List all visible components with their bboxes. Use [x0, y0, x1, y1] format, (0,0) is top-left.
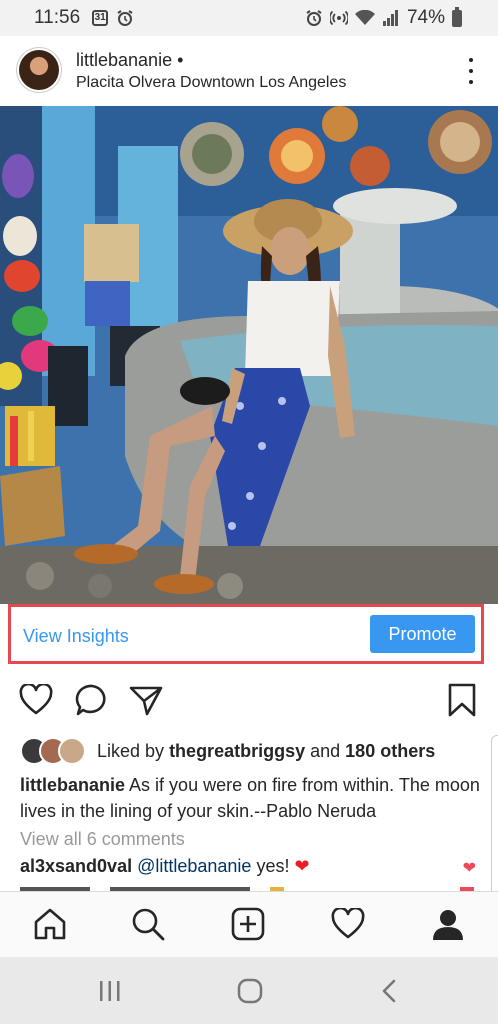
- home-circle-icon[interactable]: [234, 975, 266, 1007]
- wifi-icon: [354, 10, 375, 26]
- alarm-icon: [116, 9, 134, 27]
- liker-avatar[interactable]: [58, 737, 86, 765]
- status-time: 11:56: [34, 7, 81, 28]
- share-icon[interactable]: [128, 682, 164, 718]
- photo-illustration: [0, 106, 498, 604]
- comment-icon[interactable]: [74, 682, 110, 718]
- likes-text[interactable]: Liked by thegreatbriggsy and 180 others: [97, 741, 435, 762]
- comment-mention[interactable]: @littlebananie: [137, 856, 251, 876]
- activity-heart-icon[interactable]: [330, 906, 366, 942]
- battery-icon: [452, 6, 462, 27]
- comment-username[interactable]: al3xsand0val: [20, 856, 132, 876]
- likes-others[interactable]: 180 others: [345, 741, 435, 761]
- alarm-icon: [305, 9, 323, 27]
- search-icon[interactable]: [130, 906, 166, 942]
- post-caption: littlebananie As if you were on fire fro…: [20, 772, 480, 824]
- battery-percent: 74%: [406, 7, 445, 28]
- view-insights-link[interactable]: View Insights: [23, 626, 129, 647]
- recents-icon[interactable]: [94, 975, 126, 1007]
- promote-button[interactable]: Promote: [370, 615, 475, 653]
- system-nav-bar: [0, 957, 498, 1024]
- hotspot-icon: [329, 9, 348, 27]
- like-heart-icon[interactable]: [18, 682, 54, 718]
- post-actions: [0, 682, 498, 722]
- calendar-icon: 31: [92, 10, 109, 26]
- likes-and: and: [310, 740, 341, 761]
- post-photo[interactable]: [0, 106, 498, 604]
- home-icon[interactable]: [32, 906, 68, 942]
- comment: al3xsand0val @littlebananie yes! ❤: [20, 856, 310, 877]
- profile-icon[interactable]: [430, 906, 466, 942]
- status-bar: 11:56 31 74%: [0, 0, 498, 36]
- avatar[interactable]: [19, 50, 59, 90]
- caption-username[interactable]: littlebananie: [20, 775, 125, 795]
- insights-bar: View Insights Promote: [8, 604, 484, 664]
- post-location[interactable]: Placita Olvera Downtown Los Angeles: [76, 74, 346, 92]
- post-header: littlebananie • Placita Olvera Downtown …: [0, 36, 498, 106]
- post-username[interactable]: littlebananie •: [76, 50, 183, 71]
- comment-text: yes!: [256, 856, 290, 876]
- likes-row: Liked by thegreatbriggsy and 180 others: [20, 737, 435, 765]
- more-options-icon[interactable]: [466, 58, 476, 84]
- bottom-nav: [0, 891, 498, 957]
- comment-like-heart-icon[interactable]: ❤: [463, 858, 476, 878]
- add-post-icon[interactable]: [230, 906, 266, 942]
- view-all-comments-link[interactable]: View all 6 comments: [20, 829, 185, 850]
- back-icon[interactable]: [374, 975, 406, 1007]
- bookmark-icon[interactable]: [444, 682, 480, 718]
- liked-by-user[interactable]: thegreatbriggsy: [169, 741, 305, 761]
- signal-icon: [382, 10, 400, 26]
- likes-prefix: Liked by: [97, 740, 165, 761]
- heart-emoji: ❤: [294, 856, 310, 876]
